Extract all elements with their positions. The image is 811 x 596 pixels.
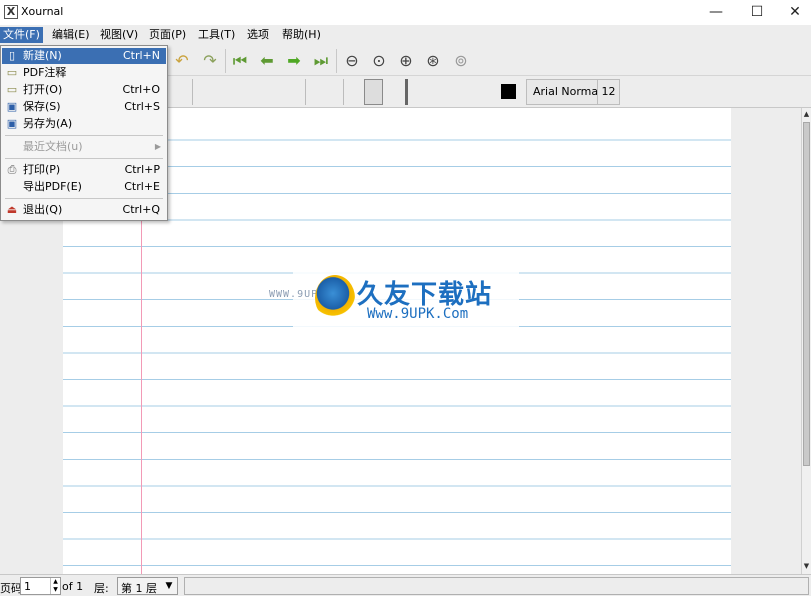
undo-icon[interactable]: ↶ (171, 50, 193, 72)
page-count: of 1 (62, 580, 84, 593)
vertical-scrollbar[interactable]: ▲ ▼ (801, 108, 811, 574)
save-as-icon: ▣ (6, 117, 18, 130)
menu-tools[interactable]: 工具(T) (195, 27, 238, 43)
scroll-down-icon[interactable]: ▼ (802, 560, 811, 572)
menu-item-label: 最近文档(u) (23, 140, 83, 153)
zoom-out-icon[interactable]: ⊖ (341, 50, 363, 72)
window-title: Xournal (21, 5, 64, 18)
menu-item-new[interactable]: ▯ 新建(N) Ctrl+N (2, 48, 166, 64)
menu-item-accel: Ctrl+S (124, 100, 160, 113)
new-document-icon: ▯ (8, 49, 16, 62)
font-size-button[interactable]: 12 (597, 79, 620, 105)
menu-item-label: 保存(S) (23, 100, 61, 113)
menu-item-accel: Ctrl+E (124, 180, 160, 193)
folder-open-icon: ▭ (6, 83, 18, 96)
page-number-spinner[interactable]: 1 ▲ ▼ (20, 577, 61, 595)
toolbar-separator (305, 79, 306, 105)
last-page-icon[interactable]: ⏭ (310, 50, 332, 72)
toolbar-separator (336, 49, 337, 73)
scrollbar-thumb[interactable] (803, 122, 810, 466)
toolbar-separator (192, 79, 193, 105)
menu-item-label: 打开(O) (23, 83, 63, 96)
menu-item-save-as[interactable]: ▣ 另存为(A) (2, 116, 166, 132)
menu-item-label: 导出PDF(E) (23, 180, 82, 193)
xournal-app-icon[interactable]: X (4, 5, 18, 19)
menu-item-accel: Ctrl+O (122, 83, 160, 96)
combo-arrow-icon[interactable]: ▼ (162, 579, 176, 593)
zoom-in-icon[interactable]: ⊕ (395, 50, 417, 72)
menu-file[interactable]: 文件(F) (0, 27, 43, 43)
zoom-100-icon[interactable]: ⊛ (422, 50, 444, 72)
menu-edit[interactable]: 编辑(E) (49, 27, 93, 43)
status-bar: 页码 1 ▲ ▼ of 1 层: 第 1 层 ▼ (0, 574, 811, 596)
zoom-fit-icon[interactable]: ⊙ (368, 50, 390, 72)
watermark: WWW.9UPK.COM 久友下载站 Www.9UPK.Com (269, 272, 519, 328)
menu-item-accel: Ctrl+N (122, 49, 160, 62)
thickness-toggle-button[interactable] (364, 79, 383, 105)
layer-label: 层: (94, 582, 109, 595)
menu-item-print[interactable]: ⎙ 打印(P) Ctrl+P (2, 162, 166, 178)
menu-separator (5, 158, 163, 159)
menu-separator (5, 198, 163, 199)
menu-item-pdf-annotate[interactable]: ▭ PDF注释 (2, 65, 166, 81)
layer-combo[interactable]: 第 1 层 ▼ (117, 577, 178, 595)
page-label: 页码 (0, 582, 22, 595)
pen-color-swatch[interactable] (501, 84, 516, 99)
watermark-logo-icon (315, 275, 355, 321)
layer-value: 第 1 层 (121, 582, 157, 595)
page-number-value[interactable]: 1 (24, 580, 31, 593)
menu-item-accel: Ctrl+Q (122, 203, 160, 216)
menu-separator (5, 135, 163, 136)
toolbar-separator (225, 49, 226, 73)
menu-item-open[interactable]: ▭ 打开(O) Ctrl+O (2, 82, 166, 98)
menu-item-quit[interactable]: ⏏ 退出(Q) Ctrl+Q (2, 202, 166, 218)
status-message-field (184, 577, 809, 595)
next-page-icon[interactable]: ➡ (283, 50, 305, 72)
close-button[interactable]: ✕ (776, 0, 811, 25)
minimize-button[interactable]: — (697, 0, 735, 25)
folder-icon: ▭ (6, 66, 18, 79)
watermark-brand-en: Www.9UPK.Com (367, 306, 469, 322)
menu-item-label: 退出(Q) (23, 203, 63, 216)
menu-item-label: 另存为(A) (23, 117, 73, 130)
toolbar-separator (343, 79, 344, 105)
menu-item-label: PDF注释 (23, 66, 67, 79)
menu-page[interactable]: 页面(P) (146, 27, 189, 43)
printer-icon: ⎙ (7, 163, 17, 176)
redo-icon[interactable]: ↷ (199, 50, 221, 72)
first-page-icon[interactable]: ⏮ (229, 50, 251, 72)
title-bar: X Xournal — ☐ ✕ (0, 0, 811, 25)
file-menu-dropdown: ▯ 新建(N) Ctrl+N ▭ PDF注释 ▭ 打开(O) Ctrl+O ▣ … (0, 45, 168, 221)
zoom-width-icon[interactable]: ⊚ (450, 50, 472, 72)
maximize-button[interactable]: ☐ (738, 0, 776, 25)
menu-item-export-pdf[interactable]: 导出PDF(E) Ctrl+E (2, 179, 166, 195)
submenu-arrow-icon: ▶ (154, 142, 161, 151)
spinner-arrows-icon[interactable]: ▲ ▼ (50, 578, 60, 594)
menu-options[interactable]: 选项 (244, 27, 272, 43)
menu-view[interactable]: 视图(V) (97, 27, 141, 43)
save-icon: ▣ (6, 100, 18, 113)
thin-thickness-button[interactable] (405, 79, 408, 105)
menu-item-label: 打印(P) (23, 163, 61, 176)
menu-item-save[interactable]: ▣ 保存(S) Ctrl+S (2, 99, 166, 115)
scroll-up-icon[interactable]: ▲ (802, 108, 811, 120)
previous-page-icon[interactable]: ⬅ (256, 50, 278, 72)
menu-bar: 文件(F) 编辑(E) 视图(V) 页面(P) 工具(T) 选项 帮助(H) (0, 25, 811, 45)
menu-item-accel: Ctrl+P (124, 163, 160, 176)
menu-item-recent[interactable]: 最近文档(u) ▶ (2, 139, 166, 155)
menu-item-label: 新建(N) (23, 49, 62, 62)
menu-help[interactable]: 帮助(H) (279, 27, 324, 43)
quit-icon: ⏏ (6, 203, 18, 216)
font-button[interactable]: Arial Normal (526, 79, 609, 105)
